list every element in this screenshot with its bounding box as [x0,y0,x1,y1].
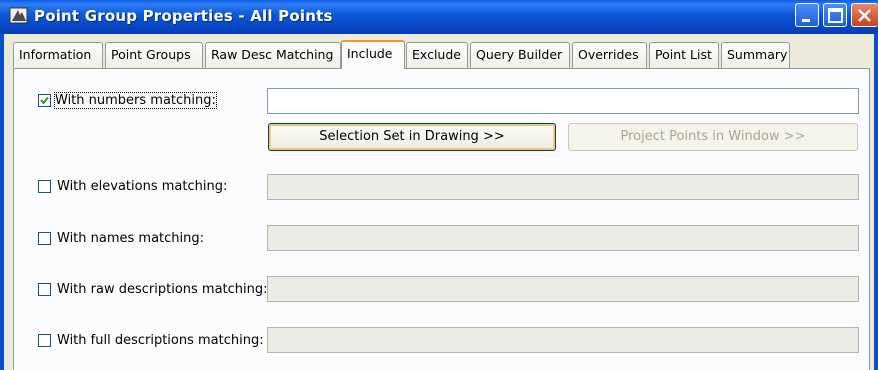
numbers-label[interactable]: With numbers matching: [54,92,217,109]
raw-descriptions-checkbox[interactable] [38,283,51,296]
window-title: Point Group Properties - All Points [34,7,333,25]
checkmark-icon [40,96,49,105]
dialog-window: Point Group Properties - All Points Info… [0,0,878,370]
app-icon [9,6,29,26]
tab-overrides[interactable]: Overrides [572,42,647,68]
elevations-field[interactable] [267,174,859,200]
tab-raw-desc-matching[interactable]: Raw Desc Matching [205,42,341,68]
names-checkbox[interactable] [38,232,51,245]
tab-exclude[interactable]: Exclude [406,42,468,68]
title-bar[interactable]: Point Group Properties - All Points [0,0,878,34]
selection-set-button[interactable]: Selection Set in Drawing >> [268,123,556,151]
numbers-checkbox[interactable] [38,94,51,107]
full-descriptions-checkbox[interactable] [38,334,51,347]
names-label: With names matching: [57,231,205,246]
maximize-icon [828,8,843,23]
elevations-label: With elevations matching: [57,179,228,194]
tab-point-list[interactable]: Point List [649,42,719,68]
close-button[interactable] [851,3,878,27]
full-descriptions-label: With full descriptions matching: [57,333,264,348]
tab-point-groups[interactable]: Point Groups [105,42,203,68]
tab-query-builder[interactable]: Query Builder [470,42,570,68]
window-frame-right [874,34,878,370]
tab-information[interactable]: Information [13,42,103,68]
project-points-button[interactable]: Project Points in Window >> [568,123,858,151]
minimize-button[interactable] [795,3,819,27]
raw-descriptions-field[interactable] [267,276,859,302]
minimize-icon [802,19,810,22]
names-field[interactable] [267,225,859,251]
window-frame-left [0,34,4,370]
tab-summary[interactable]: Summary [721,42,790,68]
close-icon [858,9,871,22]
numbers-field[interactable] [267,88,859,114]
full-descriptions-field[interactable] [267,327,859,353]
maximize-button[interactable] [823,3,847,27]
tab-include[interactable]: Include [341,40,405,69]
elevations-checkbox[interactable] [38,180,51,193]
raw-descriptions-label: With raw descriptions matching: [57,282,268,297]
